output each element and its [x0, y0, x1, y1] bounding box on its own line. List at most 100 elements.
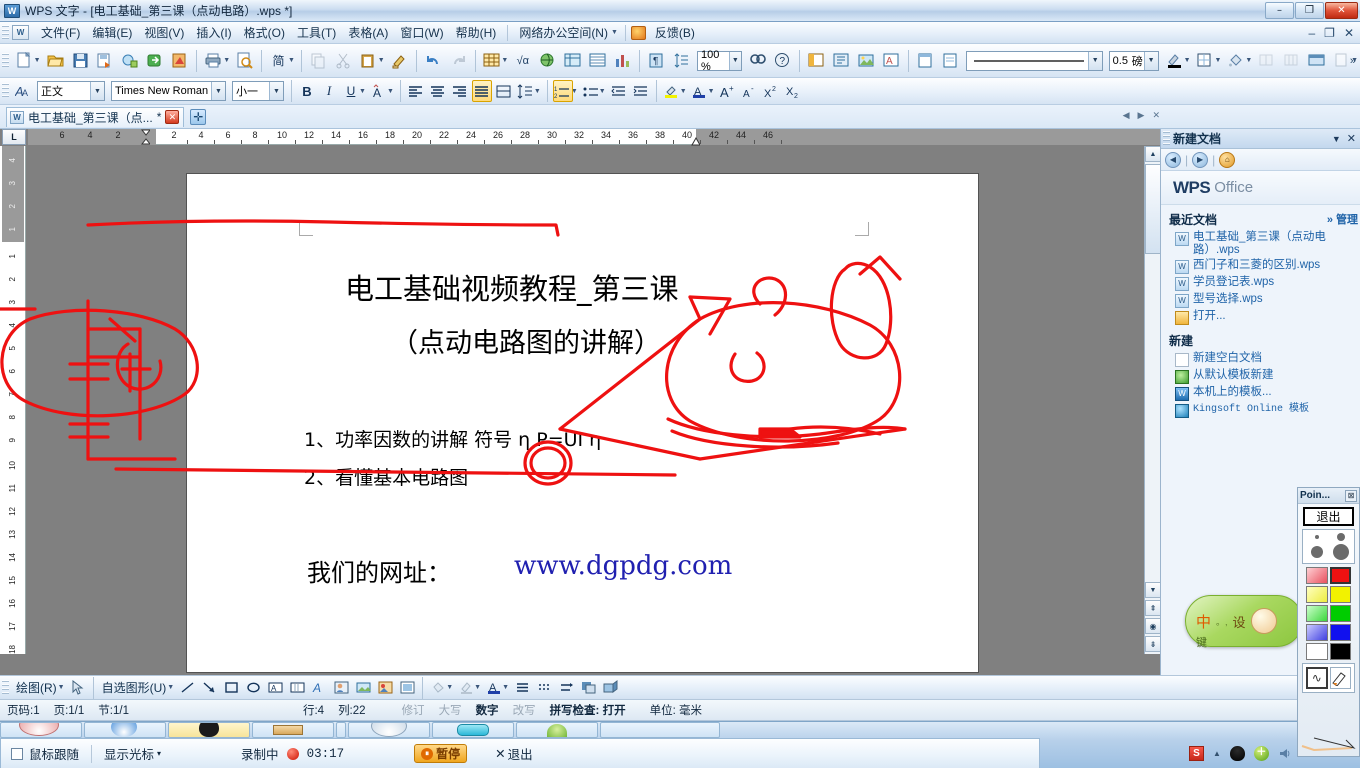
insert-formula-button[interactable]: √α: [511, 49, 534, 73]
word-art-tool[interactable]: A: [309, 677, 329, 699]
pen-tool-icon[interactable]: [1329, 667, 1351, 689]
taskbar-button-8[interactable]: [600, 722, 720, 738]
line-width-dropdown-icon[interactable]: ▼: [1143, 51, 1158, 70]
font-color-button[interactable]: A: [690, 80, 710, 102]
tab-scroll-right-icon[interactable]: ▶: [1138, 110, 1145, 121]
page-setup-button[interactable]: [914, 49, 937, 73]
color-swatch-green[interactable]: [1329, 605, 1351, 622]
ime-settings-label[interactable]: 设: [1233, 612, 1246, 631]
increase-indent-button[interactable]: [631, 80, 651, 102]
redo-button[interactable]: [447, 49, 470, 73]
character-border-button[interactable]: A: [369, 80, 389, 102]
underline-button[interactable]: U: [341, 80, 361, 102]
print-button[interactable]: [202, 49, 225, 73]
online-templates[interactable]: Kingsoft Online 模板: [1161, 402, 1360, 419]
arrow-tool[interactable]: [199, 677, 219, 699]
align-center-button[interactable]: [428, 80, 448, 102]
tab-scroll-left-icon[interactable]: ◀: [1123, 110, 1130, 121]
forward-icon[interactable]: ▶: [1192, 151, 1209, 168]
size-s-swatch[interactable]: [1336, 533, 1345, 541]
menu-item-insert[interactable]: 插入(I): [190, 21, 237, 44]
document-tab[interactable]: W 电工基础_第三课（点... * ✕: [6, 106, 185, 127]
ime-keyboard-label[interactable]: 键: [1196, 634, 1207, 650]
fill-color-button[interactable]: [1224, 49, 1247, 73]
toolbar-overflow-icon[interactable]: »: [1350, 55, 1356, 67]
squiggle-tool-icon[interactable]: ∿: [1306, 667, 1328, 689]
add-tab-button[interactable]: ✛: [190, 108, 207, 125]
menu-item-table[interactable]: 表格(A): [342, 21, 394, 44]
print-preview-button[interactable]: [233, 49, 256, 73]
pointer-panel-title-bar[interactable]: Poin... ⊠: [1298, 488, 1359, 504]
recent-file-1[interactable]: W 电工基础_第三课（点动电路）.wps: [1161, 230, 1360, 258]
volume-icon[interactable]: [1278, 746, 1293, 761]
show-cursor-button[interactable]: 显示光标: [104, 744, 154, 763]
help-button[interactable]: ?: [771, 49, 794, 73]
local-templates[interactable]: W 本机上的模板...: [1161, 385, 1360, 402]
page-border-button[interactable]: [939, 49, 962, 73]
sogou-icon[interactable]: S: [1189, 746, 1204, 761]
autoshapes-button[interactable]: 自选图形(U): [98, 679, 171, 696]
save-document-button[interactable]: [69, 49, 92, 73]
drawbar-grip[interactable]: [2, 679, 9, 696]
new-document-button[interactable]: [13, 49, 36, 73]
paragraph-style-combo[interactable]: 正文 ▼: [37, 81, 105, 101]
shadow-style-tool[interactable]: [578, 677, 598, 699]
export-pdf-button[interactable]: [168, 49, 191, 73]
superscript-button[interactable]: X2: [762, 80, 782, 102]
line-color-button[interactable]: [1163, 49, 1186, 73]
text-box-tool[interactable]: A: [265, 677, 285, 699]
line-tool[interactable]: [177, 677, 197, 699]
status-revision[interactable]: 修订: [395, 702, 432, 718]
cut-button[interactable]: [332, 49, 355, 73]
show-formatting-marks-button[interactable]: ¶: [645, 49, 668, 73]
tab-list-icon[interactable]: ✕: [1152, 110, 1160, 121]
insert-picture-tool[interactable]: [353, 677, 373, 699]
grow-font-button[interactable]: A +: [718, 80, 738, 102]
taskbar-button-2[interactable]: [84, 722, 166, 738]
watermark-button[interactable]: A: [880, 49, 903, 73]
recent-file-4[interactable]: W 型号选择.wps: [1161, 292, 1360, 309]
size-l-swatch[interactable]: [1332, 544, 1349, 560]
split-cells-button[interactable]: [1280, 49, 1303, 73]
menu-item-format[interactable]: 格式(O): [238, 21, 291, 44]
status-spellcheck[interactable]: 拼写检查: 打开: [543, 702, 633, 718]
font-name-combo[interactable]: Times New Roman ▼: [111, 81, 226, 101]
show-cursor-dropdown-icon[interactable]: ▾: [157, 749, 161, 758]
align-left-button[interactable]: [406, 80, 426, 102]
export-cloud-button[interactable]: [143, 49, 166, 73]
color-swatch-light-yellow[interactable]: [1306, 586, 1328, 603]
scroll-down-button[interactable]: ▼: [1145, 582, 1160, 598]
menu-item-help[interactable]: 帮助(H): [450, 21, 503, 44]
ime-mascot-icon[interactable]: [1250, 608, 1277, 634]
line-spacing-button[interactable]: [670, 49, 693, 73]
taskbar-button-1[interactable]: [0, 722, 82, 738]
insert-chart-button[interactable]: [611, 49, 634, 73]
color-swatch-white[interactable]: [1306, 643, 1328, 660]
doc-close-button[interactable]: ✕: [1344, 26, 1354, 40]
color-swatch-black[interactable]: [1329, 643, 1351, 660]
toolbar2-grip[interactable]: [2, 83, 9, 99]
right-indent-marker[interactable]: [691, 137, 700, 153]
style-dropdown-icon[interactable]: ▼: [90, 82, 104, 100]
line-style-dropdown-icon[interactable]: ▼: [1087, 51, 1102, 70]
doc-minimize-button[interactable]: –: [1308, 26, 1315, 40]
dash-style-tool[interactable]: [534, 677, 554, 699]
subscript-button[interactable]: X2: [784, 80, 804, 102]
ellipse-tool[interactable]: [243, 677, 263, 699]
ime-mode-label[interactable]: 中: [1196, 611, 1211, 632]
taskbar-button-7[interactable]: [516, 722, 598, 738]
save-web-button[interactable]: [118, 49, 141, 73]
home-icon[interactable]: ⌂: [1219, 151, 1236, 168]
menu-item-feedback[interactable]: 反馈(B): [649, 21, 701, 44]
scroll-up-button[interactable]: ▲: [1145, 146, 1160, 162]
open-file-link[interactable]: 打开...: [1161, 309, 1360, 326]
new-from-default-template[interactable]: 从默认模板新建: [1161, 368, 1360, 385]
zoom-combo[interactable]: 100 % ▼: [696, 49, 743, 73]
status-num-lock[interactable]: 数字: [469, 702, 506, 718]
open-document-button[interactable]: [44, 49, 67, 73]
first-line-indent-marker[interactable]: [141, 129, 150, 145]
status-caps[interactable]: 大写: [432, 702, 469, 718]
exit-recording-button[interactable]: ✕ 退出: [495, 744, 533, 763]
menu-item-office-space[interactable]: 网络办公空间(N): [513, 21, 614, 44]
insert-clipart-tool[interactable]: [375, 677, 395, 699]
